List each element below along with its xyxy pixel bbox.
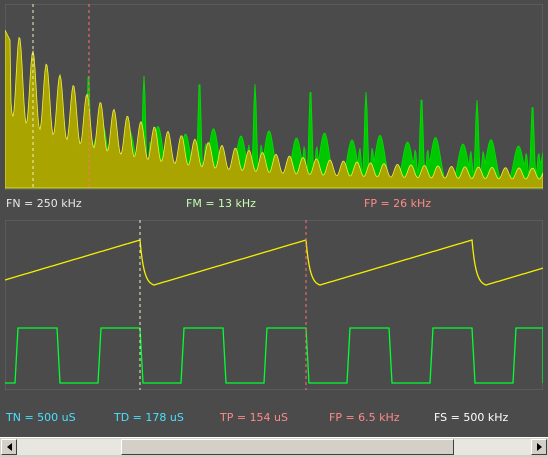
spectrum-readout-bar: FN = 250 kHz FM = 13 kHz FP = 26 kHz bbox=[0, 190, 548, 218]
spectrum-plot bbox=[5, 4, 543, 190]
fp-readout: FP = 26 kHz bbox=[364, 197, 432, 210]
triangle-right-icon bbox=[537, 443, 542, 451]
td-readout: TD = 178 uS bbox=[114, 411, 184, 424]
time-domain-svg bbox=[5, 220, 543, 390]
fm-readout: FM = 13 kHz bbox=[186, 197, 256, 210]
fs-readout: FS = 500 kHz bbox=[434, 411, 509, 424]
fp-time-readout: FP = 6.5 kHz bbox=[329, 411, 400, 424]
tn-readout: TN = 500 uS bbox=[6, 411, 76, 424]
time-domain-plot bbox=[5, 220, 543, 390]
fn-readout: FN = 250 kHz bbox=[6, 197, 82, 210]
scroll-left-button[interactable] bbox=[1, 439, 17, 455]
triangle-left-icon bbox=[7, 443, 12, 451]
time-readout-bar: TN = 500 uS TD = 178 uS TP = 154 uS FP =… bbox=[0, 402, 548, 432]
oscilloscope-window: FN = 250 kHz FM = 13 kHz FP = 26 kHz TN … bbox=[0, 0, 548, 457]
time-frame bbox=[5, 220, 543, 390]
horizontal-scrollbar[interactable] bbox=[0, 437, 548, 457]
spectrum-svg bbox=[5, 4, 543, 190]
scrollbar-thumb[interactable] bbox=[121, 439, 454, 455]
tp-readout: TP = 154 uS bbox=[220, 411, 289, 424]
scrollbar-track[interactable] bbox=[17, 439, 531, 455]
scroll-right-button[interactable] bbox=[531, 439, 547, 455]
